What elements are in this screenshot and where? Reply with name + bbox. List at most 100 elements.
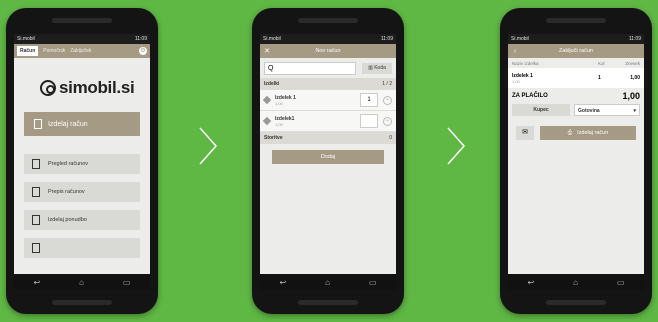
menu-item-review[interactable]: Pregled računov bbox=[24, 154, 140, 174]
section-count: 1 / 2 bbox=[382, 81, 392, 87]
carrier-label: Si.mobil bbox=[263, 36, 281, 42]
services-section-header[interactable]: Storitve 0 bbox=[260, 132, 396, 144]
carrier-label: Si.mobil bbox=[17, 36, 35, 42]
speaker bbox=[52, 18, 112, 23]
chevron-right-icon bbox=[447, 127, 466, 165]
table-header: Naziv izdelka Kol Znesek bbox=[508, 58, 644, 68]
back-icon[interactable]: ↩ bbox=[279, 278, 286, 287]
screen-new-invoice: Si.mobil 11:09 ✕ Nov račun Q ▥ Koda Izde… bbox=[260, 34, 396, 290]
item-name: Izdelek 1 bbox=[275, 94, 296, 101]
back-arrow-icon[interactable]: ‹ bbox=[508, 48, 522, 55]
menu-list: Pregled računov Prepis računov Izdelaj p… bbox=[14, 154, 150, 258]
menu-item-copy[interactable]: Prepis računov bbox=[24, 182, 140, 202]
tag-icon bbox=[262, 116, 272, 126]
item-price: 1,00 bbox=[275, 121, 283, 127]
barcode-button[interactable]: ▥ Koda bbox=[362, 62, 392, 74]
recent-icon[interactable]: ▭ bbox=[369, 278, 377, 287]
search-icon: Q bbox=[268, 64, 274, 72]
home-icon[interactable]: ⌂ bbox=[79, 278, 84, 287]
home-icon[interactable]: ⌂ bbox=[325, 278, 330, 287]
row-qty: 1 bbox=[598, 75, 601, 81]
minus-icon[interactable]: − bbox=[383, 116, 392, 126]
payment-select[interactable]: Gotovina ▾ bbox=[574, 104, 640, 116]
section-count: 0 bbox=[389, 135, 392, 141]
payment-value: Gotovina bbox=[578, 108, 600, 114]
row-name: Izdelek 1 bbox=[512, 72, 533, 79]
page-title: Nov račun bbox=[315, 48, 341, 54]
total-row: ZA PLAČILO 1,00 bbox=[508, 88, 644, 104]
search-input[interactable]: Q bbox=[264, 61, 356, 75]
create-invoice-label: Izdelaj račun bbox=[48, 120, 88, 128]
home-icon[interactable]: ⌂ bbox=[573, 278, 578, 287]
edit-document-icon bbox=[32, 243, 40, 253]
item-name: Izdelek1 bbox=[275, 115, 295, 122]
minus-icon[interactable]: − bbox=[383, 95, 392, 105]
column-header: Znesek bbox=[625, 60, 640, 66]
menu-item-label: Prepis računov bbox=[48, 189, 85, 195]
issue-invoice-button[interactable]: ⎙ Izdelaj račun bbox=[540, 126, 636, 140]
logo-text: simobil.si bbox=[59, 78, 135, 97]
barcode-label: Koda bbox=[374, 64, 386, 71]
menu-item-label: Izdelaj ponudbo bbox=[48, 217, 87, 223]
item-price: 1,00 bbox=[275, 100, 283, 106]
android-nav-bar: ↩ ⌂ ▭ bbox=[508, 274, 644, 290]
phone-3: Si.mobil 11:09 ‹ Zaključi račun Naziv iz… bbox=[500, 8, 652, 314]
recent-icon[interactable]: ▭ bbox=[617, 278, 625, 287]
section-label: Storitve bbox=[264, 135, 283, 141]
phone-1: Si.mobil 11:09 Račun Pomočnik Zaključek … bbox=[6, 8, 158, 314]
row-price: 1,00 bbox=[630, 75, 640, 81]
android-nav-bar: ↩ ⌂ ▭ bbox=[260, 274, 396, 290]
carrier-label: Si.mobil bbox=[511, 36, 529, 42]
back-icon[interactable]: ↩ bbox=[527, 278, 534, 287]
total-label: ZA PLAČILO bbox=[512, 93, 548, 99]
list-item[interactable]: Izdelek 1 1,00 1 − bbox=[260, 90, 396, 111]
speaker bbox=[546, 300, 606, 305]
title-bar: ✕ Nov račun bbox=[260, 44, 396, 58]
total-value: 1,00 bbox=[622, 91, 640, 101]
column-header: Naziv izdelka bbox=[512, 60, 539, 66]
menu-item-partial[interactable] bbox=[24, 238, 140, 258]
speaker bbox=[298, 300, 358, 305]
status-bar: Si.mobil 11:09 bbox=[508, 34, 644, 44]
recent-icon[interactable]: ▭ bbox=[123, 278, 131, 287]
document-add-icon bbox=[34, 119, 42, 129]
back-icon[interactable]: ↩ bbox=[33, 278, 40, 287]
clock: 11:09 bbox=[380, 36, 393, 42]
search-row: Q ▥ Koda bbox=[260, 58, 396, 78]
android-nav-bar: ↩ ⌂ ▭ bbox=[14, 274, 150, 290]
brand-logo: simobil.si bbox=[40, 78, 150, 98]
table-row[interactable]: Izdelek 1 1,00 1 1,00 bbox=[508, 68, 644, 88]
column-header: Kol bbox=[598, 60, 605, 66]
item-text: Izdelek 1 1,00 bbox=[275, 95, 296, 106]
issue-invoice-label: Izdelaj račun bbox=[577, 130, 609, 136]
quantity-field[interactable] bbox=[360, 114, 378, 128]
chevron-down-icon: ▾ bbox=[633, 108, 636, 114]
tab-zakljucek[interactable]: Zaključek bbox=[70, 48, 91, 54]
menu-item-offer[interactable]: Izdelaj ponudbo bbox=[24, 210, 140, 230]
create-invoice-button[interactable]: Izdelaj račun bbox=[24, 112, 140, 136]
tab-bar: Račun Pomočnik Zaključek ⚙ bbox=[14, 44, 150, 58]
tab-racun[interactable]: Račun bbox=[17, 46, 39, 56]
tab-pomocnik[interactable]: Pomočnik bbox=[43, 48, 65, 54]
email-icon[interactable]: ✉ bbox=[516, 126, 534, 140]
title-bar: ‹ Zaključi račun bbox=[508, 44, 644, 58]
tag-icon bbox=[262, 95, 272, 105]
clock: 11:09 bbox=[628, 36, 641, 42]
speaker bbox=[52, 300, 112, 305]
products-section-header[interactable]: Izdelki 1 / 2 bbox=[260, 78, 396, 90]
list-item[interactable]: Izdelek1 1,00 − bbox=[260, 111, 396, 132]
document-icon bbox=[32, 187, 40, 197]
add-button[interactable]: Dodaj bbox=[272, 150, 384, 164]
phone-2: Si.mobil 11:09 ✕ Nov račun Q ▥ Koda Izde… bbox=[252, 8, 404, 314]
gear-icon[interactable]: ⚙ bbox=[139, 47, 147, 55]
section-label: Izdelki bbox=[264, 81, 280, 87]
speaker bbox=[546, 18, 606, 23]
clock: 11:09 bbox=[134, 36, 147, 42]
customer-payment-row: Kupec Gotovina ▾ bbox=[508, 104, 644, 116]
speaker bbox=[298, 18, 358, 23]
menu-item-label: Pregled računov bbox=[48, 161, 89, 167]
customer-button[interactable]: Kupec bbox=[512, 104, 570, 116]
status-bar: Si.mobil 11:09 bbox=[260, 34, 396, 44]
close-icon[interactable]: ✕ bbox=[260, 47, 274, 55]
quantity-field[interactable]: 1 bbox=[360, 93, 378, 107]
